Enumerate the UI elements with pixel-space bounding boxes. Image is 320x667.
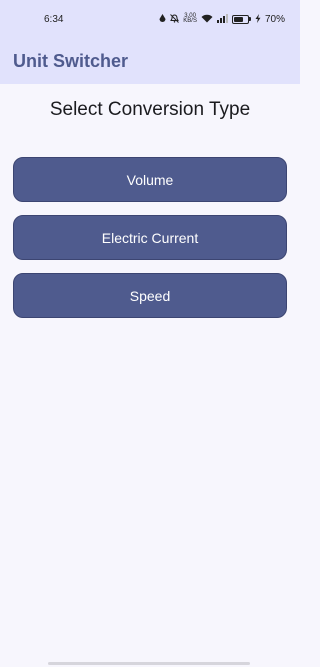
page-heading: Select Conversion Type	[49, 99, 251, 120]
status-bar: 6:34 3.00 KB/S 70%	[0, 0, 300, 38]
wifi-icon	[201, 14, 213, 25]
battery-percent: 70%	[264, 13, 285, 25]
battery-fill	[233, 16, 244, 22]
app-title: Unit Switcher	[13, 50, 129, 71]
net-speed-unit: KB/S	[183, 18, 197, 24]
volume-button[interactable]: Volume	[13, 157, 287, 202]
drop-icon	[159, 13, 166, 25]
electric-current-button[interactable]: Electric Current	[13, 215, 287, 260]
signal-icon	[216, 13, 228, 25]
status-time: 6:34	[44, 13, 64, 25]
speed-button[interactable]: Speed	[13, 273, 287, 318]
charging-bolt-icon	[255, 13, 261, 25]
status-icons: 3.00 KB/S 70%	[159, 13, 285, 25]
app-bar: Unit Switcher	[0, 38, 300, 84]
mute-bell-icon	[170, 13, 180, 25]
gesture-nav-handle[interactable]	[48, 662, 250, 665]
battery-icon	[231, 14, 251, 24]
net-speed: 3.00 KB/S	[183, 13, 197, 25]
